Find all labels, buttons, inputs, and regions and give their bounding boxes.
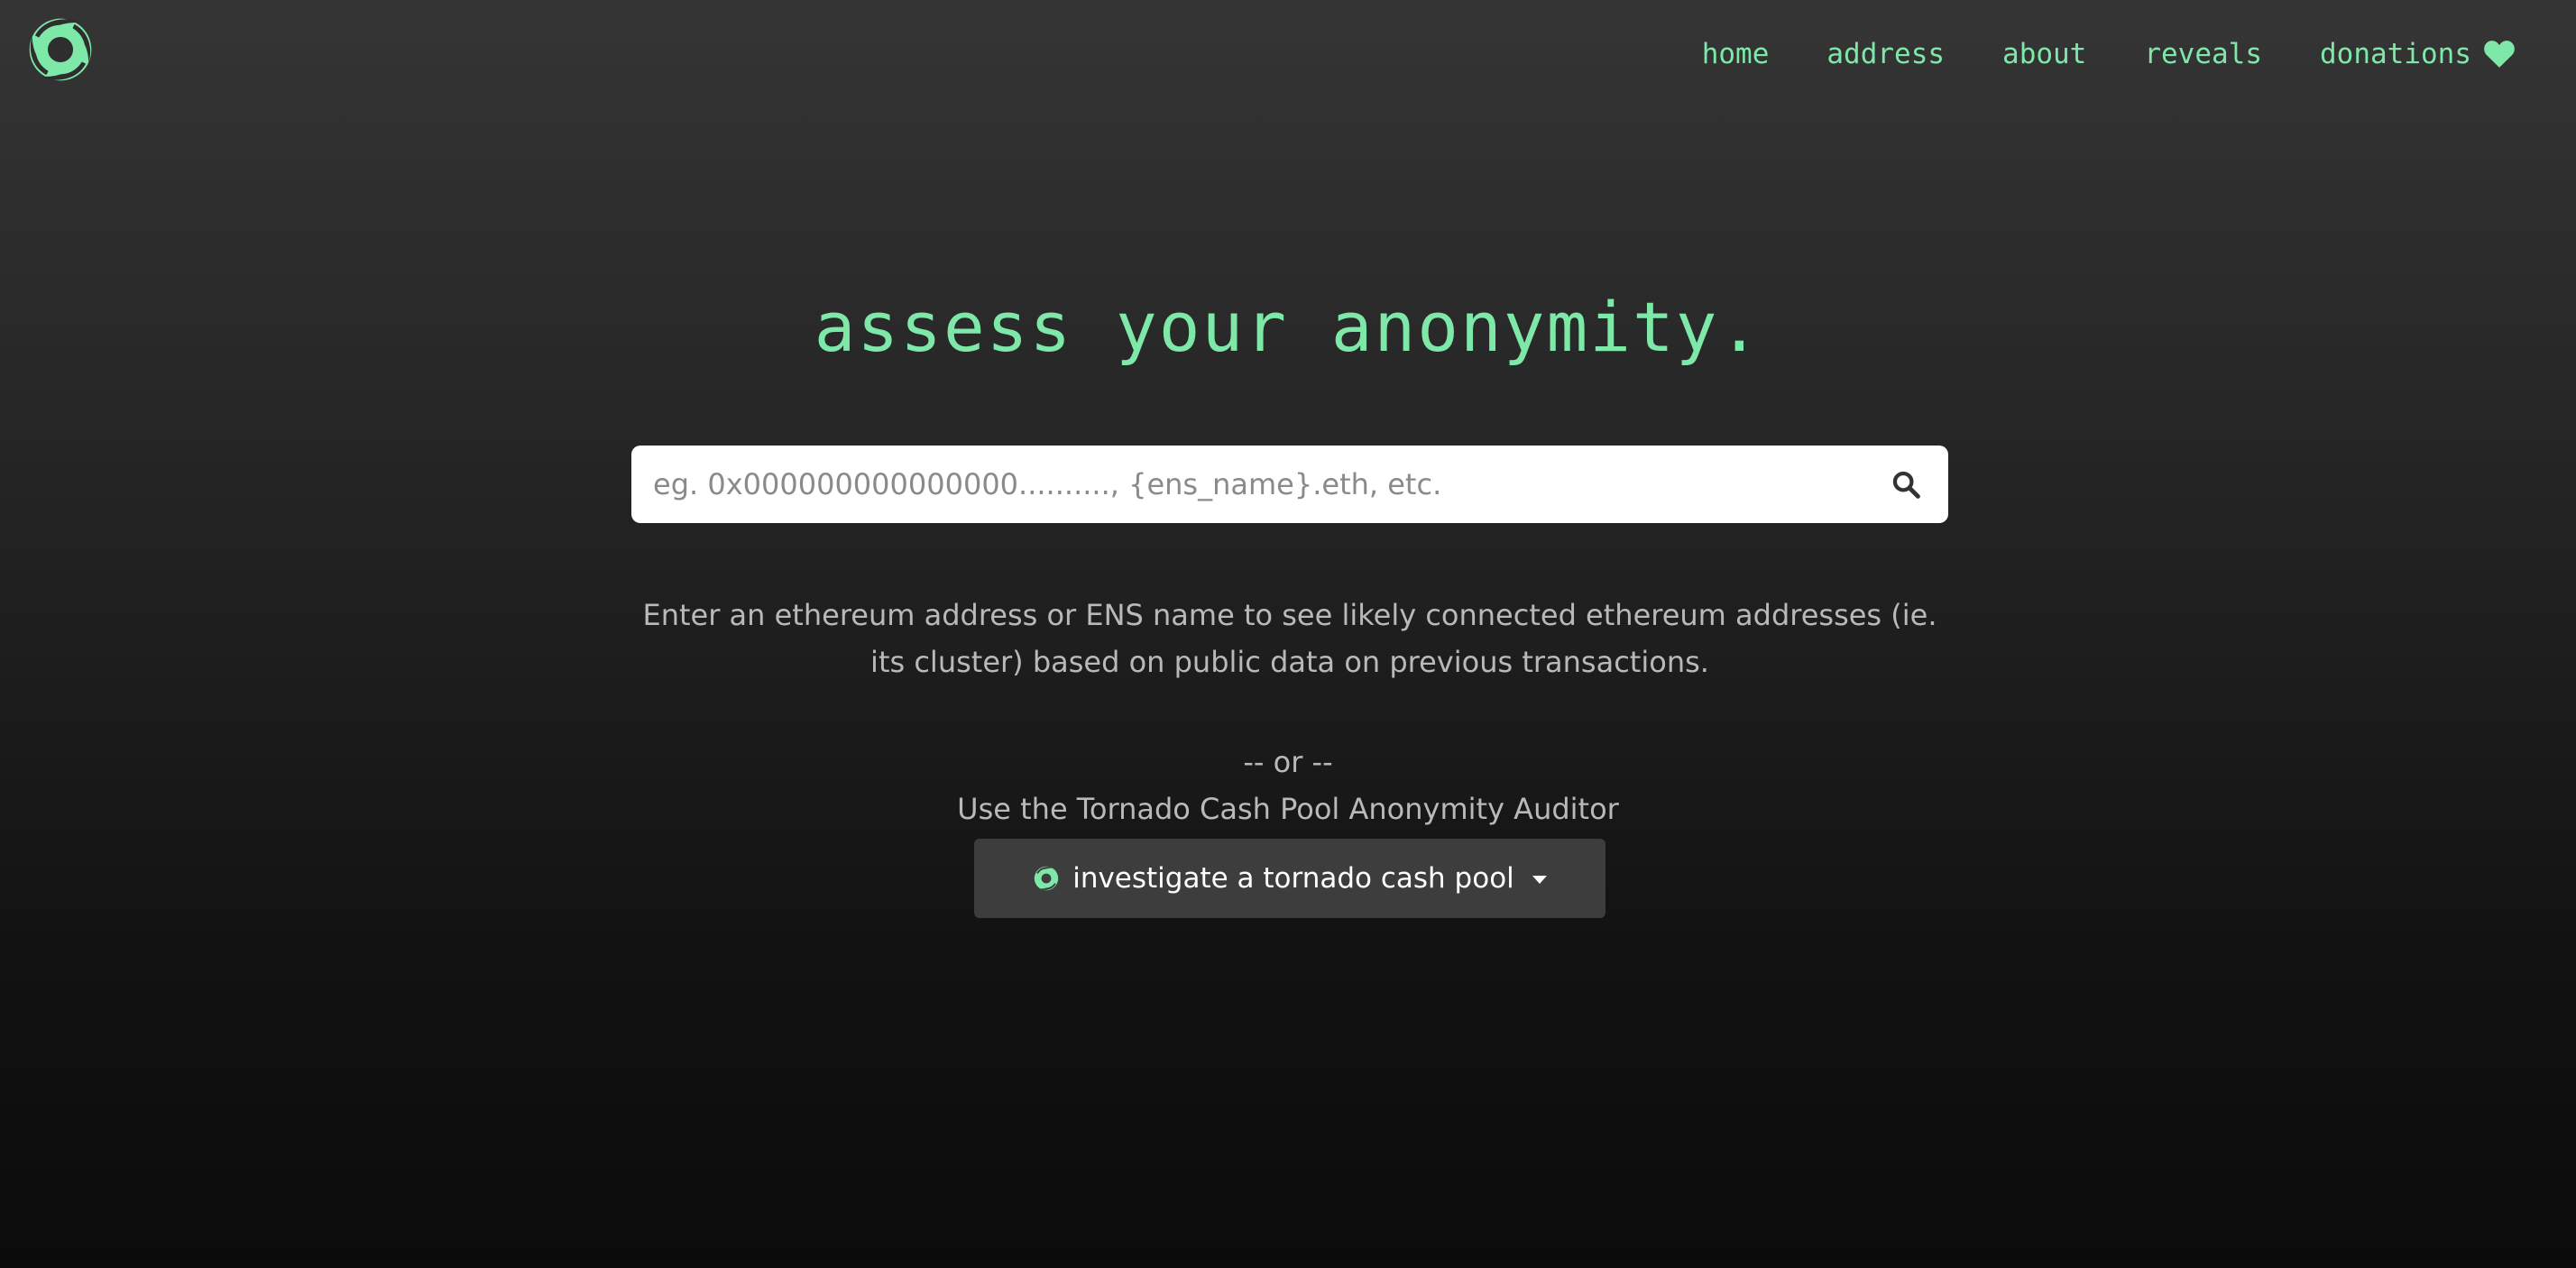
tornado-logo-icon[interactable]	[25, 14, 96, 85]
top-nav: home address about reveals donations	[1702, 38, 2515, 70]
nav-reveals-link[interactable]: reveals	[2144, 38, 2262, 70]
search-description: Enter an ethereum address or ENS name to…	[642, 598, 1937, 679]
nav-donations-link[interactable]: donations	[2320, 38, 2515, 70]
nav-address-link[interactable]: address	[1826, 38, 1945, 70]
page-title: assess your anonymity.	[814, 287, 1762, 367]
nav-home-link[interactable]: home	[1702, 38, 1770, 70]
tornado-swirl-icon	[1035, 866, 1059, 891]
caret-down-icon	[1532, 875, 1547, 884]
nav-about-link[interactable]: about	[2002, 38, 2086, 70]
investigate-pool-dropdown-button[interactable]: investigate a tornado cash pool	[974, 839, 1605, 918]
address-search-bar	[631, 446, 1948, 523]
or-separator: -- or --	[1243, 745, 1333, 779]
nav-donations-label: donations	[2320, 38, 2471, 70]
auditor-label: Use the Tornado Cash Pool Anonymity Audi…	[957, 792, 1619, 826]
address-search-input[interactable]	[631, 446, 1891, 523]
search-icon[interactable]	[1891, 469, 1921, 500]
investigate-pool-label: investigate a tornado cash pool	[1072, 862, 1514, 895]
heart-icon	[2484, 41, 2515, 68]
